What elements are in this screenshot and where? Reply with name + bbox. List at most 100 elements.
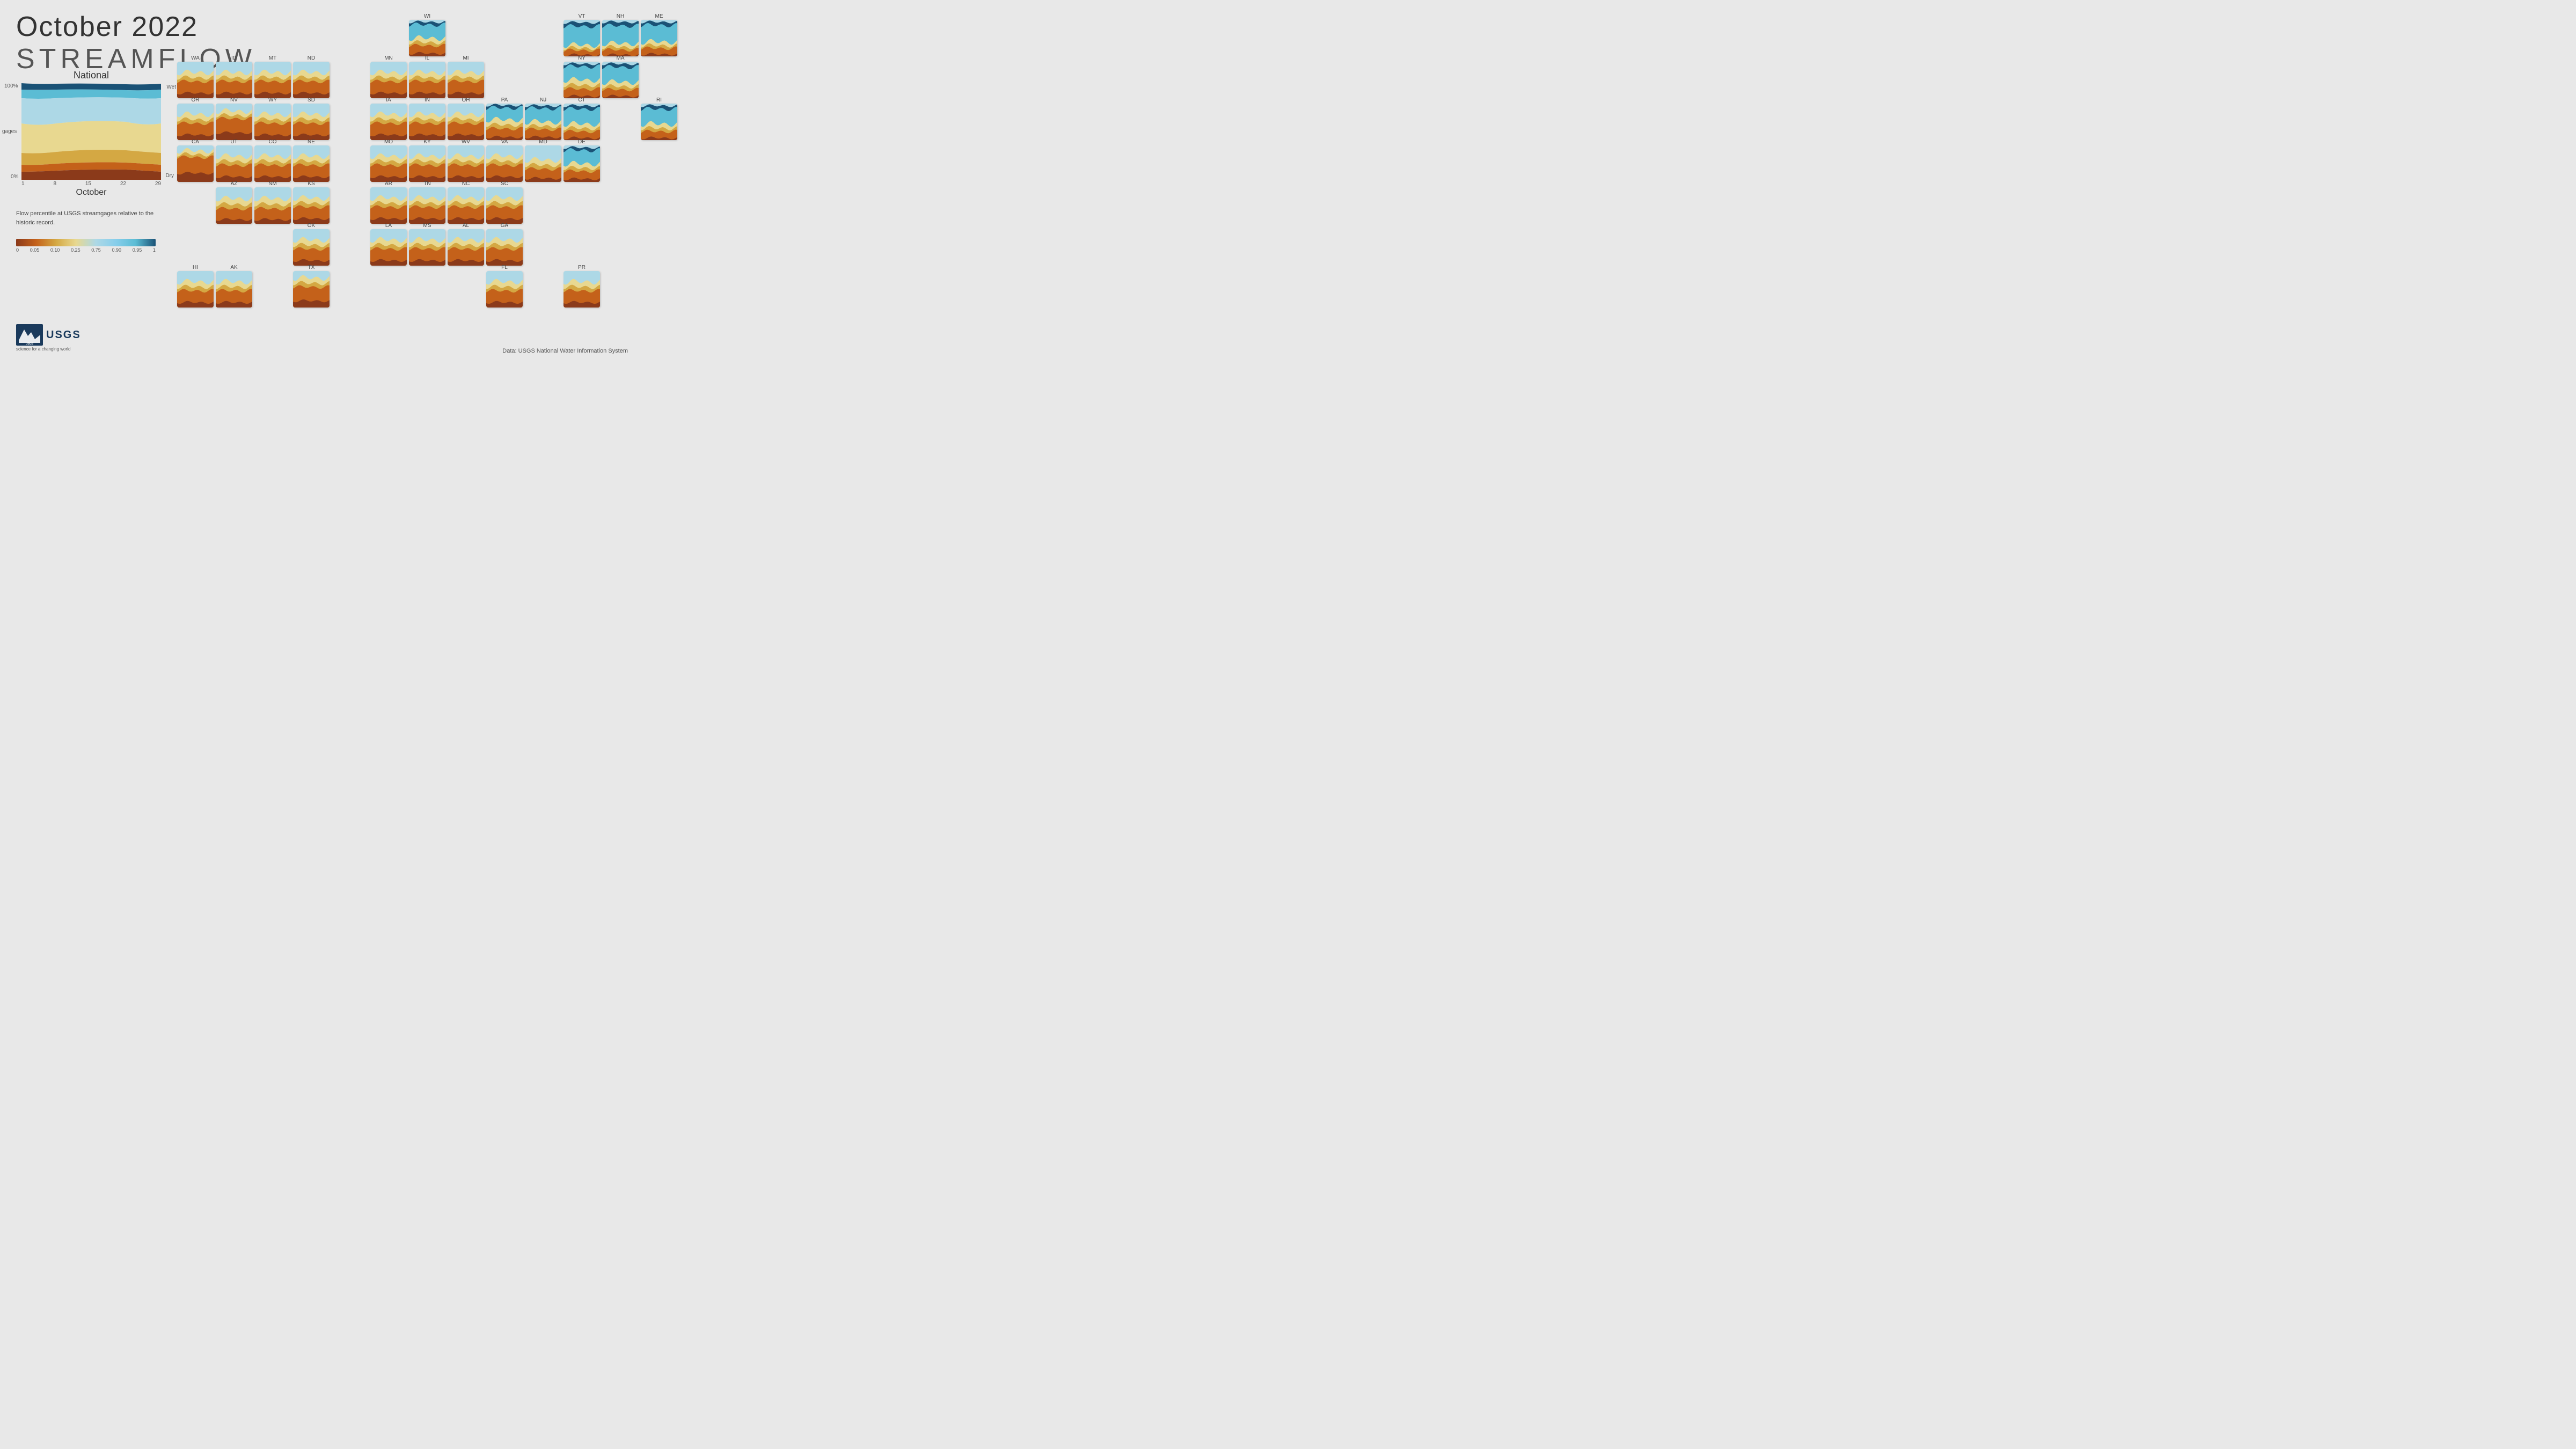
- state-chart-IN: [409, 104, 445, 140]
- state-chart-VA: [486, 145, 523, 182]
- usgs-name: USGS: [46, 329, 81, 341]
- state-chart-AR: [370, 187, 407, 224]
- state-chart-CT: [564, 104, 600, 140]
- state-label-GA: GA: [501, 223, 508, 229]
- state-tile-MT: MT: [254, 55, 291, 98]
- state-tile-PA: PA: [486, 97, 523, 140]
- state-label-WV: WV: [462, 139, 470, 145]
- state-chart-svg-MN: [370, 62, 407, 98]
- state-chart-WY: [254, 104, 291, 140]
- state-chart-FL: [486, 271, 523, 308]
- state-chart-svg-DE: [564, 145, 600, 182]
- state-label-CT: CT: [578, 97, 585, 103]
- state-tile-NC: NC: [448, 181, 484, 224]
- x-label-1: 1: [21, 181, 25, 187]
- state-chart-svg-NV: [216, 104, 252, 140]
- state-tile-WV: WV: [448, 139, 484, 182]
- state-chart-MS: [409, 229, 445, 266]
- state-chart-svg-NY: [564, 62, 600, 98]
- state-chart-MD: [525, 145, 561, 182]
- cb-025: 0.25: [71, 247, 80, 253]
- state-chart-svg-OR: [177, 104, 214, 140]
- state-chart-GA: [486, 229, 523, 266]
- state-tile-OR: OR: [177, 97, 214, 140]
- state-label-OR: OR: [192, 97, 200, 103]
- state-label-RI: RI: [656, 97, 662, 103]
- state-chart-AZ: [216, 187, 252, 224]
- state-label-MT: MT: [269, 55, 276, 61]
- state-tile-ME: ME: [641, 13, 677, 56]
- state-tile-RI: RI: [641, 97, 677, 140]
- state-chart-TX: [293, 271, 330, 308]
- state-chart-CO: [254, 145, 291, 182]
- state-chart-MN: [370, 62, 407, 98]
- state-chart-OH: [448, 104, 484, 140]
- state-chart-svg-NJ: [525, 104, 561, 140]
- state-chart-ME: [641, 20, 677, 56]
- state-chart-svg-MI: [448, 62, 484, 98]
- state-label-CA: CA: [192, 139, 199, 145]
- state-tile-CA: CA: [177, 139, 214, 182]
- state-chart-svg-AL: [448, 229, 484, 266]
- state-label-UT: UT: [230, 139, 237, 145]
- state-label-NY: NY: [578, 55, 586, 61]
- chart-label-wet: Wet: [166, 84, 176, 90]
- usgs-logo: USGS USGS science for a changing world: [16, 324, 81, 352]
- state-tile-KS: KS: [293, 181, 330, 224]
- state-chart-svg-RI: [641, 104, 677, 140]
- state-chart-svg-ME: [641, 20, 677, 56]
- state-chart-svg-TX: [293, 271, 330, 308]
- state-tile-MS: MS: [409, 223, 445, 266]
- national-chart-section: National 100% gages 0% Wet Dry 1 8 15 22…: [16, 70, 166, 197]
- state-chart-KS: [293, 187, 330, 224]
- state-chart-svg-VT: [564, 20, 600, 56]
- state-label-KS: KS: [308, 181, 314, 187]
- state-tile-NY: NY: [564, 55, 600, 98]
- state-label-LA: LA: [385, 223, 392, 229]
- state-chart-AK: [216, 271, 252, 308]
- state-chart-DE: [564, 145, 600, 182]
- description-text: Flow percentile at USGS streamgages rela…: [16, 210, 153, 226]
- state-chart-svg-IN: [409, 104, 445, 140]
- state-label-IL: IL: [425, 55, 429, 61]
- state-chart-PA: [486, 104, 523, 140]
- state-chart-AL: [448, 229, 484, 266]
- state-chart-NC: [448, 187, 484, 224]
- state-label-IN: IN: [425, 97, 430, 103]
- state-label-PR: PR: [578, 265, 586, 270]
- state-chart-svg-LA: [370, 229, 407, 266]
- color-bar-labels: 0 0.05 0.10 0.25 0.75 0.90 0.95 1: [16, 247, 156, 253]
- state-label-SC: SC: [501, 181, 508, 187]
- state-label-SD: SD: [308, 97, 315, 103]
- state-chart-OK: [293, 229, 330, 266]
- state-label-NV: NV: [230, 97, 238, 103]
- chart-label-gages: gages: [2, 129, 17, 135]
- map-container: WIVTNHMEWAIDMTNDMNILMINYMAORNVWYSDIAINOH…: [177, 5, 641, 346]
- state-chart-svg-MO: [370, 145, 407, 182]
- state-chart-NV: [216, 104, 252, 140]
- state-chart-NE: [293, 145, 330, 182]
- x-label-29: 29: [155, 181, 161, 187]
- state-chart-svg-WA: [177, 62, 214, 98]
- state-chart-svg-KS: [293, 187, 330, 224]
- state-chart-svg-CO: [254, 145, 291, 182]
- state-tile-IA: IA: [370, 97, 407, 140]
- state-tile-MI: MI: [448, 55, 484, 98]
- state-label-MA: MA: [617, 55, 625, 61]
- state-tile-HI: HI: [177, 265, 214, 308]
- state-chart-svg-HI: [177, 271, 214, 308]
- state-chart-MO: [370, 145, 407, 182]
- state-chart-svg-OH: [448, 104, 484, 140]
- state-chart-svg-UT: [216, 145, 252, 182]
- chart-label-100pct: 100%: [4, 83, 18, 89]
- state-chart-VT: [564, 20, 600, 56]
- state-tile-CO: CO: [254, 139, 291, 182]
- national-chart-svg: [21, 83, 161, 180]
- state-label-WA: WA: [191, 55, 200, 61]
- state-chart-svg-AK: [216, 271, 252, 308]
- state-tile-CT: CT: [564, 97, 600, 140]
- state-chart-CA: [177, 145, 214, 182]
- national-chart: 100% gages 0% Wet Dry: [21, 83, 161, 180]
- state-chart-MI: [448, 62, 484, 98]
- color-bar-section: 0 0.05 0.10 0.25 0.75 0.90 0.95 1: [16, 239, 166, 253]
